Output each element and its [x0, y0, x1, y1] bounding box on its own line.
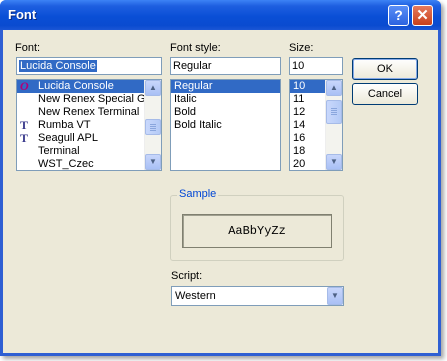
size-input[interactable]: 10	[289, 57, 343, 75]
font-input-value: Lucida Console	[19, 60, 97, 72]
font-list[interactable]: O Lucida Console New Renex Special Gr New R…	[16, 79, 162, 171]
scroll-thumb[interactable]	[145, 119, 161, 135]
font-list-item[interactable]: New Renex Special Gr	[17, 93, 161, 106]
font-list-item-label: Rumba VT	[38, 119, 91, 131]
font-list-item-label: WST_Czec	[38, 158, 94, 170]
cancel-button[interactable]: Cancel	[352, 83, 418, 105]
size-list-item[interactable]: 11	[290, 93, 326, 106]
size-list-scrollbar[interactable]: ▲ ▼	[325, 80, 342, 170]
font-label: Font:	[15, 42, 41, 54]
ok-button[interactable]: OK	[352, 58, 418, 80]
size-list-item[interactable]: 10	[290, 80, 326, 93]
font-style-list-item[interactable]: Regular	[171, 80, 280, 93]
font-list-items: O Lucida Console New Renex Special Gr New R…	[17, 80, 161, 170]
font-list-item[interactable]: WST_Czec	[17, 158, 161, 170]
window-title: Font	[8, 7, 37, 22]
font-list-item-label: Lucida Console	[38, 80, 114, 92]
script-select-value: Western	[175, 290, 216, 302]
scroll-down-icon[interactable]: ▼	[145, 154, 161, 170]
size-list-item[interactable]: 14	[290, 119, 326, 132]
font-style-label: Font style:	[170, 42, 221, 54]
font-list-item[interactable]: Terminal	[17, 145, 161, 158]
scroll-down-icon[interactable]: ▼	[326, 154, 342, 170]
scroll-up-icon[interactable]: ▲	[326, 80, 342, 96]
font-list-scrollbar[interactable]: ▲ ▼	[144, 80, 161, 170]
size-label: Size:	[289, 42, 314, 54]
font-list-item[interactable]: O Lucida Console	[17, 80, 161, 93]
font-style-list-items: Regular Italic Bold Bold Italic	[171, 80, 280, 132]
font-style-list[interactable]: Regular Italic Bold Bold Italic	[170, 79, 281, 171]
font-style-list-item[interactable]: Bold Italic	[171, 119, 280, 132]
font-style-input[interactable]: Regular	[170, 57, 281, 75]
scroll-thumb[interactable]	[326, 100, 342, 124]
size-list-item[interactable]: 20	[290, 158, 326, 170]
size-list-item[interactable]: 12	[290, 106, 326, 119]
sample-group: Sample AaBbYyZz	[170, 188, 344, 261]
title-bar[interactable]: Font ? ✕	[0, 0, 441, 30]
font-list-item-label: New Renex Terminal	[38, 106, 140, 118]
sample-preview: AaBbYyZz	[182, 214, 332, 248]
help-button[interactable]: ?	[388, 5, 409, 26]
chevron-down-icon[interactable]: ▼	[327, 287, 343, 305]
font-list-item-label: Terminal	[38, 145, 80, 157]
scroll-up-icon[interactable]: ▲	[145, 80, 161, 96]
font-input[interactable]: Lucida Console	[16, 57, 162, 75]
font-style-list-item[interactable]: Bold	[171, 106, 280, 119]
close-button[interactable]: ✕	[412, 5, 433, 26]
size-list-item[interactable]: 18	[290, 145, 326, 158]
opentype-icon: O	[20, 79, 29, 93]
font-dialog: Font ? ✕ Font: Lucida Console O Lucida Co…	[0, 0, 441, 356]
size-list[interactable]: 10 11 12 14 16 18 20 ▲ ▼	[289, 79, 343, 171]
font-list-item[interactable]: T Seagull APL	[17, 132, 161, 145]
font-style-list-item[interactable]: Italic	[171, 93, 280, 106]
script-label: Script:	[171, 270, 203, 282]
font-list-item[interactable]: T Rumba VT	[17, 119, 161, 132]
dialog-body: Font: Lucida Console O Lucida Console New …	[3, 30, 438, 353]
font-list-item-label: New Renex Special Gr	[38, 93, 150, 105]
font-list-item[interactable]: New Renex Terminal	[17, 106, 161, 119]
font-list-item-label: Seagull APL	[38, 132, 98, 144]
size-list-item[interactable]: 16	[290, 132, 326, 145]
truetype-icon: T	[20, 131, 29, 145]
sample-group-title: Sample	[177, 188, 219, 200]
script-select[interactable]: Western ▼	[171, 286, 344, 306]
